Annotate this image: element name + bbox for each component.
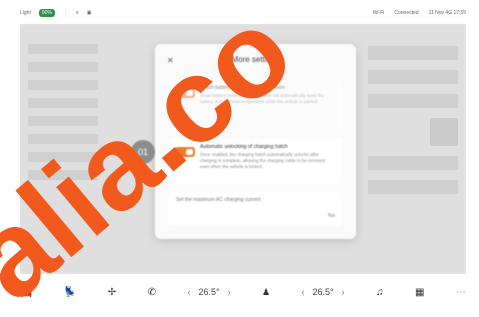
battery-temperature-toggle[interactable] <box>175 88 195 98</box>
right-temp-increase-icon[interactable]: › <box>342 287 345 297</box>
left-climate-control: ‹ 26.5° › <box>187 287 230 297</box>
status-date-time: 11 Nov 4G 17:55 <box>428 10 466 16</box>
modal-title: More settings <box>231 55 280 64</box>
fan-icon[interactable]: ✢ <box>108 287 116 298</box>
status-menu-icon: ≡ <box>75 10 79 16</box>
left-temp-increase-icon[interactable]: › <box>228 287 231 297</box>
music-icon[interactable]: ♫ <box>376 287 384 298</box>
setting-battery-temperature: Smart battery temperature regulation Sma… <box>168 79 343 129</box>
setting-title: Smart battery temperature regulation <box>200 85 285 91</box>
step-badge: 01 <box>131 140 155 164</box>
screen-frame: Light 90% ⋮ ≡ ▣ Wi-Fi Connected 11 Nov 4… <box>0 0 479 317</box>
status-window-icon: ▣ <box>86 10 92 16</box>
right-temp-value: 26.5° <box>312 287 334 297</box>
max-ac-current-label: Set the maximum AC charging current <box>176 197 261 203</box>
right-temp-decrease-icon[interactable]: ‹ <box>302 287 305 297</box>
setting-description: Smart battery temperature regulation wil… <box>200 93 324 104</box>
seat-icon[interactable]: 💺 <box>64 287 76 298</box>
left-temp-value: 26.5° <box>198 287 220 297</box>
more-icon[interactable]: ⋯ <box>456 287 466 298</box>
car-icon[interactable]: 🚘 <box>20 287 32 298</box>
status-battery: 90% <box>38 9 55 17</box>
setting-title: Automatic unlocking of charging hatch <box>200 144 288 150</box>
bottom-taskbar: 🚘 💺 ✢ ✆ ‹ 26.5° › ♟ ‹ 26.5° › ♫ ▦ ⋯ <box>20 278 466 306</box>
status-more-icon: ⋮ <box>62 10 68 16</box>
charging-hatch-toggle[interactable] <box>175 147 195 157</box>
status-bar: Light 90% ⋮ ≡ ▣ Wi-Fi Connected 11 Nov 4… <box>20 6 466 20</box>
apps-icon[interactable]: ▦ <box>415 287 424 298</box>
phone-icon[interactable]: ✆ <box>148 287 156 298</box>
more-settings-modal: ✕ More settings Smart battery temperatur… <box>155 44 356 239</box>
max-ac-current-row[interactable]: Set the maximum AC charging current %o <box>168 192 343 226</box>
setting-description: Once enabled, the charging hatch automat… <box>200 152 325 169</box>
max-ac-current-unit: %o <box>327 213 335 219</box>
person-icon[interactable]: ♟ <box>262 287 270 298</box>
status-light: Light <box>20 10 31 16</box>
right-climate-control: ‹ 26.5° › <box>302 287 345 297</box>
status-wifi: Wi-Fi <box>372 10 385 16</box>
setting-charging-hatch: Automatic unlocking of charging hatch On… <box>168 138 343 184</box>
left-temp-decrease-icon[interactable]: ‹ <box>187 287 190 297</box>
status-connected: Connected <box>394 10 419 16</box>
